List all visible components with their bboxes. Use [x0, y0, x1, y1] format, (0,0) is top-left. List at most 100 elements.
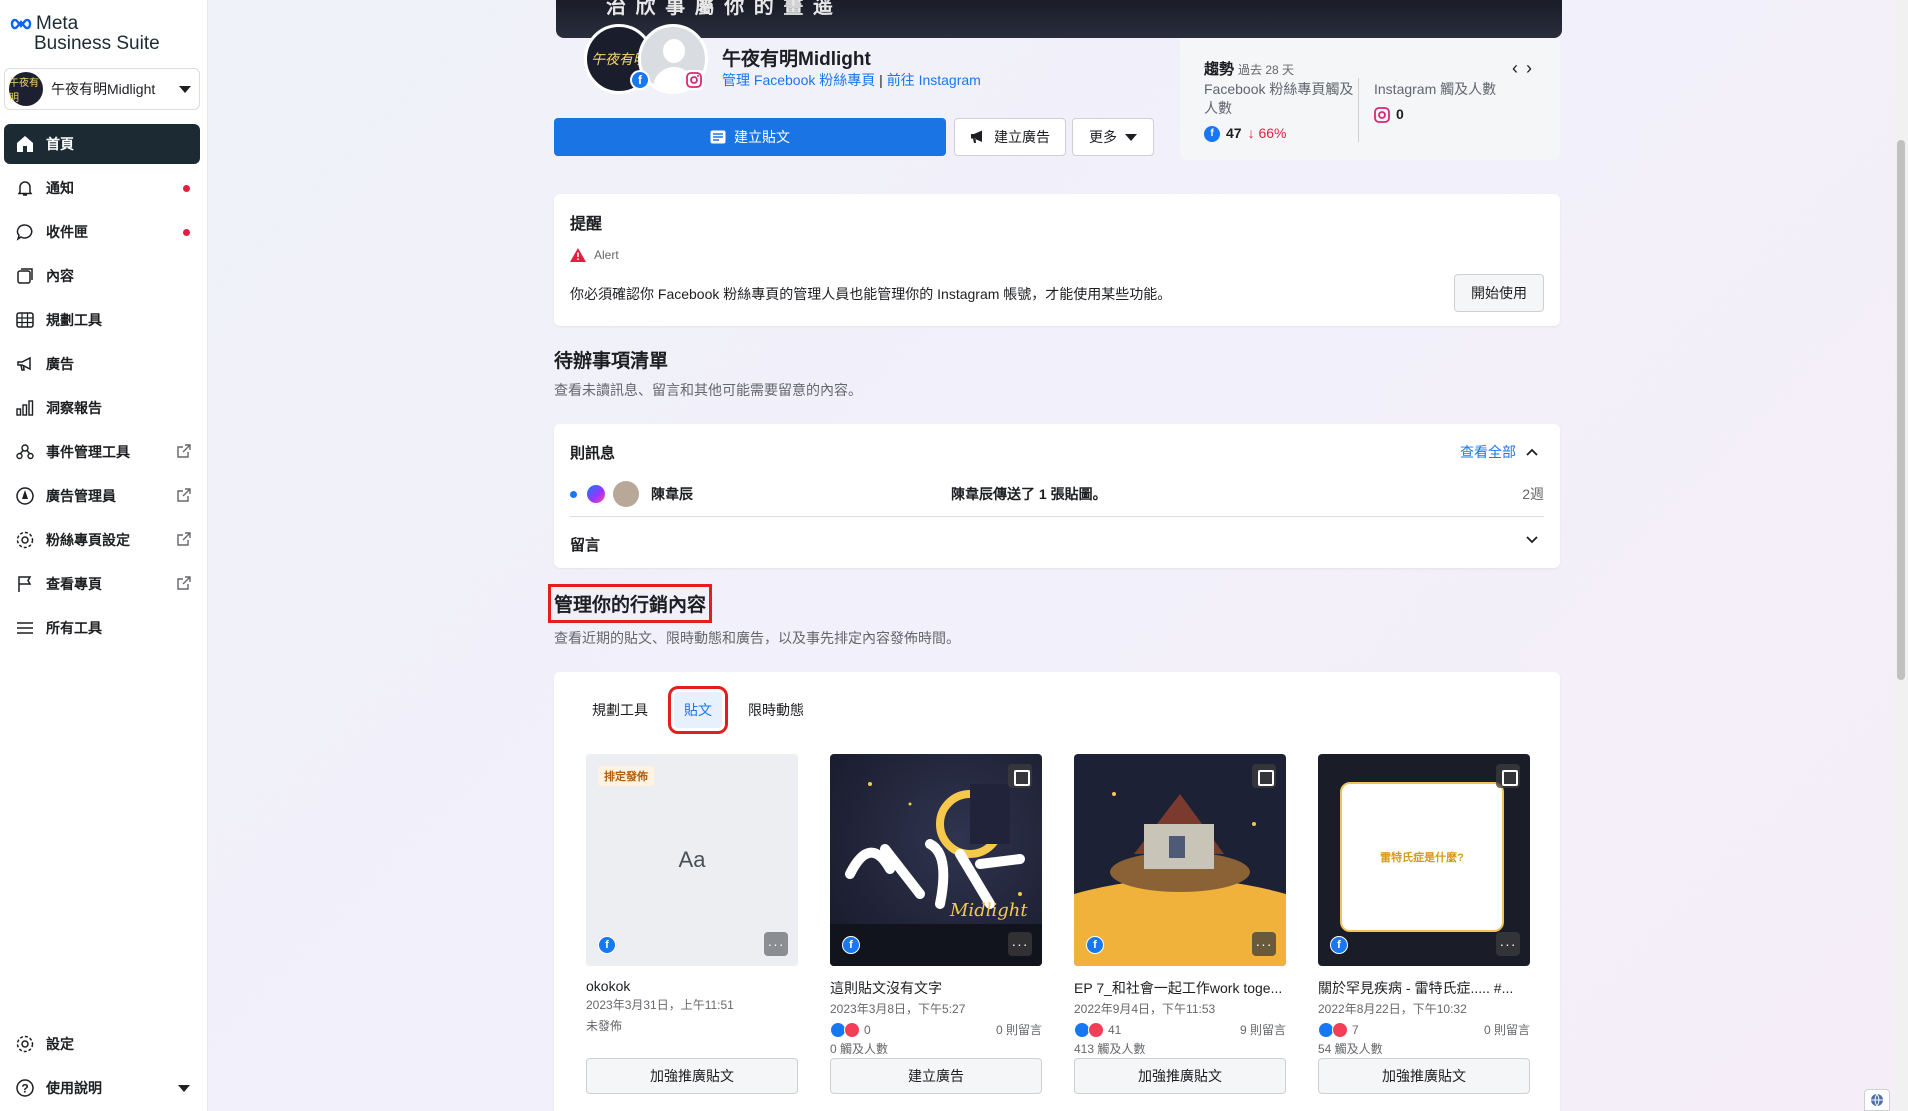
get-started-button[interactable]: 開始使用 [1454, 274, 1544, 312]
nav-notifications[interactable]: 通知 [4, 168, 200, 208]
page-scrollbar[interactable] [1894, 0, 1908, 1111]
album-icon [1008, 764, 1032, 788]
nav-ads[interactable]: 廣告 [4, 344, 200, 384]
instagram-reach-label: Instagram 觸及人數 [1374, 81, 1497, 97]
chevron-down-icon [178, 1084, 190, 1092]
trend-title: 趨勢 過去 28 天 [1204, 61, 1295, 78]
boost-post-button[interactable]: 加強推廣貼文 [1074, 1058, 1286, 1094]
nav-label: 通知 [46, 180, 74, 196]
chevron-left-icon[interactable]: ‹ [1512, 58, 1526, 78]
facebook-icon: f [598, 936, 616, 954]
nav-label: 使用說明 [46, 1080, 102, 1096]
nav-insights[interactable]: 洞察報告 [4, 388, 200, 428]
alert-title: 提醒 [570, 216, 603, 233]
view-all-link[interactable]: 查看全部 [1460, 442, 1538, 462]
post-title: 關於罕見疾病 - 雷特氏症..... #... [1318, 980, 1514, 996]
post-thumbnail[interactable]: f ··· [1074, 754, 1286, 966]
cover-text: 治 欣 事 屬 你 的 畫 遥 [606, 0, 835, 18]
manage-facebook-page-link[interactable]: 管理 Facebook 粉絲專頁 [722, 72, 875, 88]
nav-ads-manager[interactable]: 廣告管理員 [4, 476, 200, 516]
message-time: 2週 [1522, 486, 1544, 502]
nav-page-settings[interactable]: 粉絲專頁設定 [4, 520, 200, 560]
post-card[interactable]: 排定發佈 Aa f ··· okokok 2023年3月31日，上午11:51 … [586, 754, 798, 1034]
nav-settings[interactable]: 設定 [4, 1024, 200, 1064]
chevron-right-icon[interactable]: › [1526, 58, 1540, 78]
megaphone-icon [971, 130, 982, 143]
marketing-heading: 管理你的行銷內容 [547, 584, 713, 623]
go-to-instagram-link[interactable]: 前往 Instagram [887, 72, 981, 88]
facebook-icon: f [1204, 125, 1220, 142]
external-link-icon [176, 443, 192, 462]
scrollbar-thumb[interactable] [1897, 140, 1905, 680]
account-switcher[interactable]: 午夜有明 午夜有明Midlight [4, 68, 200, 110]
nav-label: 粉絲專頁設定 [46, 532, 130, 548]
post-title: EP 7_和社會一起工作work toge... [1074, 980, 1283, 996]
post-thumbnail[interactable]: Midlight f ··· [830, 754, 1042, 966]
globe-icon[interactable] [1864, 1089, 1890, 1111]
instagram-icon [684, 70, 704, 90]
help-icon: ? [14, 1077, 36, 1099]
post-icon [710, 130, 726, 144]
post-date: 2022年8月22日，下午10:32 [1318, 1002, 1467, 1016]
message-row[interactable]: 陳韋辰 陳韋辰傳送了 1 張貼圖。 2週 [570, 476, 1544, 512]
post-status: 未發佈 [586, 1019, 623, 1033]
facebook-reach-change: ↓ 66% [1247, 125, 1287, 141]
facebook-icon: f [1330, 936, 1348, 954]
infographic-card: 雷特氏症是什麼? [1340, 782, 1504, 932]
create-post-button[interactable]: 建立貼文 [554, 118, 946, 156]
create-ad-button[interactable]: 建立廣告 [954, 118, 1066, 156]
post-card[interactable]: Midlight f ··· 這則貼文沒有文字 2023年3月8日，下午5:27… [830, 754, 1042, 1057]
chevron-down-icon[interactable] [1526, 536, 1538, 544]
boost-post-button[interactable]: 加強推廣貼文 [1318, 1058, 1530, 1094]
nav-all-tools[interactable]: 所有工具 [4, 608, 200, 648]
more-options-icon[interactable]: ··· [1496, 932, 1520, 956]
post-thumbnail[interactable]: 雷特氏症是什麼? f ··· [1318, 754, 1530, 966]
gear-icon [14, 1033, 36, 1055]
nav-content[interactable]: 內容 [4, 256, 200, 296]
nav-home[interactable]: 首頁 [4, 124, 200, 164]
post-stats: 7 0 則留言 [1318, 1021, 1530, 1038]
facebook-icon: f [630, 70, 650, 90]
nav-planner[interactable]: 規劃工具 [4, 300, 200, 340]
nav-help[interactable]: ? 使用說明 [4, 1068, 200, 1108]
more-options-icon[interactable]: ··· [1008, 932, 1032, 956]
flag-icon [14, 573, 36, 595]
nav-label: 所有工具 [46, 620, 102, 636]
profile-pictures[interactable]: 午夜有明 f [584, 24, 708, 94]
more-options-icon[interactable]: ··· [764, 932, 788, 956]
create-ad-label: 建立廣告 [994, 129, 1050, 145]
external-link-icon [176, 531, 192, 550]
more-options-icon[interactable]: ··· [1252, 932, 1276, 956]
nav-events-manager[interactable]: 事件管理工具 [4, 432, 200, 472]
meta-infinity-icon [10, 18, 32, 30]
nav-view-page[interactable]: 查看專頁 [4, 564, 200, 604]
create-ad-post-button[interactable]: 建立廣告 [830, 1058, 1042, 1094]
nav-inbox[interactable]: 收件匣 [4, 212, 200, 252]
megaphone-icon [14, 353, 36, 375]
bar-chart-icon [14, 397, 36, 419]
sidebar-footer: 設定 ? 使用說明 [4, 1024, 200, 1111]
tab-posts[interactable]: 貼文 [668, 686, 728, 734]
facebook-reach-metric: Facebook 粉絲專頁觸及人數 f 47 ↓ 66% [1204, 80, 1360, 143]
more-button[interactable]: 更多 [1072, 118, 1154, 156]
messenger-icon [587, 485, 605, 503]
meta-business-suite-logo[interactable]: Meta Business Suite [10, 14, 200, 54]
notification-dot [183, 228, 190, 236]
post-card[interactable]: f ··· EP 7_和社會一起工作work toge... 2022年9月4日… [1074, 754, 1286, 1057]
post-title: 這則貼文沒有文字 [830, 980, 942, 996]
boost-post-button[interactable]: 加強推廣貼文 [586, 1058, 798, 1094]
avatar [613, 481, 639, 507]
love-reaction-icon [1332, 1021, 1348, 1038]
chevron-down-icon [1125, 133, 1137, 141]
tab-stories[interactable]: 限時動態 [738, 692, 814, 728]
alert-tag: Alert [570, 248, 1544, 262]
post-thumbnail[interactable]: 排定發佈 Aa f ··· [586, 754, 798, 966]
instagram-icon [1374, 106, 1390, 123]
warning-icon [570, 248, 586, 262]
post-card[interactable]: 雷特氏症是什麼? f ··· 關於罕見疾病 - 雷特氏症..... #... 2… [1318, 754, 1530, 1057]
business-suite-text: Business Suite [34, 33, 160, 54]
post-stats: 0 0 則留言 [830, 1021, 1042, 1038]
tab-planner[interactable]: 規劃工具 [582, 692, 658, 728]
trend-pager[interactable]: ‹› [1512, 58, 1540, 79]
comments-title[interactable]: 留言 [570, 534, 600, 555]
